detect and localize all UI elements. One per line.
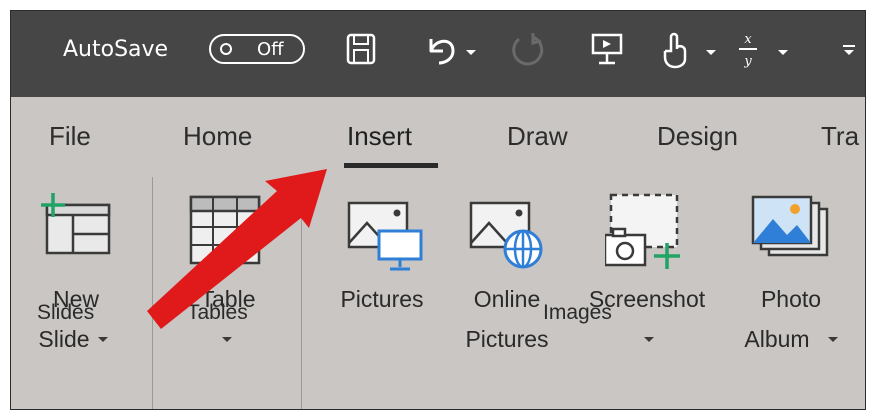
photo-album-label-2: Album xyxy=(744,326,810,352)
new-slide-label-2: Slide xyxy=(38,326,90,352)
equation-icon[interactable]: x y xyxy=(733,29,763,73)
tab-insert[interactable]: Insert xyxy=(347,121,412,152)
group-label-tables: Tables xyxy=(187,301,248,324)
svg-text:y: y xyxy=(743,54,752,69)
chevron-down-icon xyxy=(828,337,838,342)
chevron-down-icon xyxy=(98,337,108,342)
toggle-knob xyxy=(220,43,232,55)
redo-icon[interactable] xyxy=(507,29,547,73)
screenshot-icon xyxy=(605,193,680,269)
group-label-images: Images xyxy=(543,301,612,324)
tab-transitions[interactable]: Tra xyxy=(821,121,859,152)
photo-album-label: Photo xyxy=(760,286,822,312)
equation-dropdown-icon[interactable] xyxy=(777,49,789,57)
photo-album-icon xyxy=(751,195,829,257)
pictures-icon xyxy=(347,201,423,271)
autosave-toggle[interactable]: Off xyxy=(209,34,305,64)
tab-home[interactable]: Home xyxy=(183,121,252,152)
group-separator xyxy=(152,177,153,409)
title-bar: AutoSave Off x y xyxy=(11,11,865,97)
touch-mode-icon[interactable] xyxy=(657,29,691,71)
autosave-state: Off xyxy=(257,39,284,60)
autosave-label: AutoSave xyxy=(63,37,169,62)
tab-design[interactable]: Design xyxy=(657,121,738,152)
touch-mode-dropdown-icon[interactable] xyxy=(705,49,717,57)
svg-text:x: x xyxy=(744,32,752,47)
chevron-down-icon xyxy=(222,337,232,342)
customize-icon[interactable] xyxy=(841,43,857,57)
online-pictures-label-2: Pictures xyxy=(465,326,549,352)
group-separator xyxy=(301,177,302,409)
undo-icon[interactable] xyxy=(423,29,459,69)
tab-file[interactable]: File xyxy=(49,121,91,152)
active-tab-indicator xyxy=(344,163,438,168)
chevron-down-icon xyxy=(644,337,654,342)
pictures-label: Pictures xyxy=(340,286,424,312)
new-slide-icon xyxy=(41,193,111,255)
save-icon[interactable] xyxy=(344,29,378,69)
presentation-icon[interactable] xyxy=(589,29,625,69)
tab-draw[interactable]: Draw xyxy=(507,121,568,152)
group-label-slides: Slides xyxy=(37,301,95,324)
table-icon xyxy=(189,195,261,265)
online-pictures-label: Online xyxy=(473,286,541,312)
undo-dropdown-icon[interactable] xyxy=(465,49,477,57)
ribbon: File Home Insert Draw Design Tra xyxy=(11,97,865,409)
powerpoint-window: AutoSave Off x y File Home Insert Draw D… xyxy=(10,10,866,410)
online-pictures-icon xyxy=(469,201,543,269)
